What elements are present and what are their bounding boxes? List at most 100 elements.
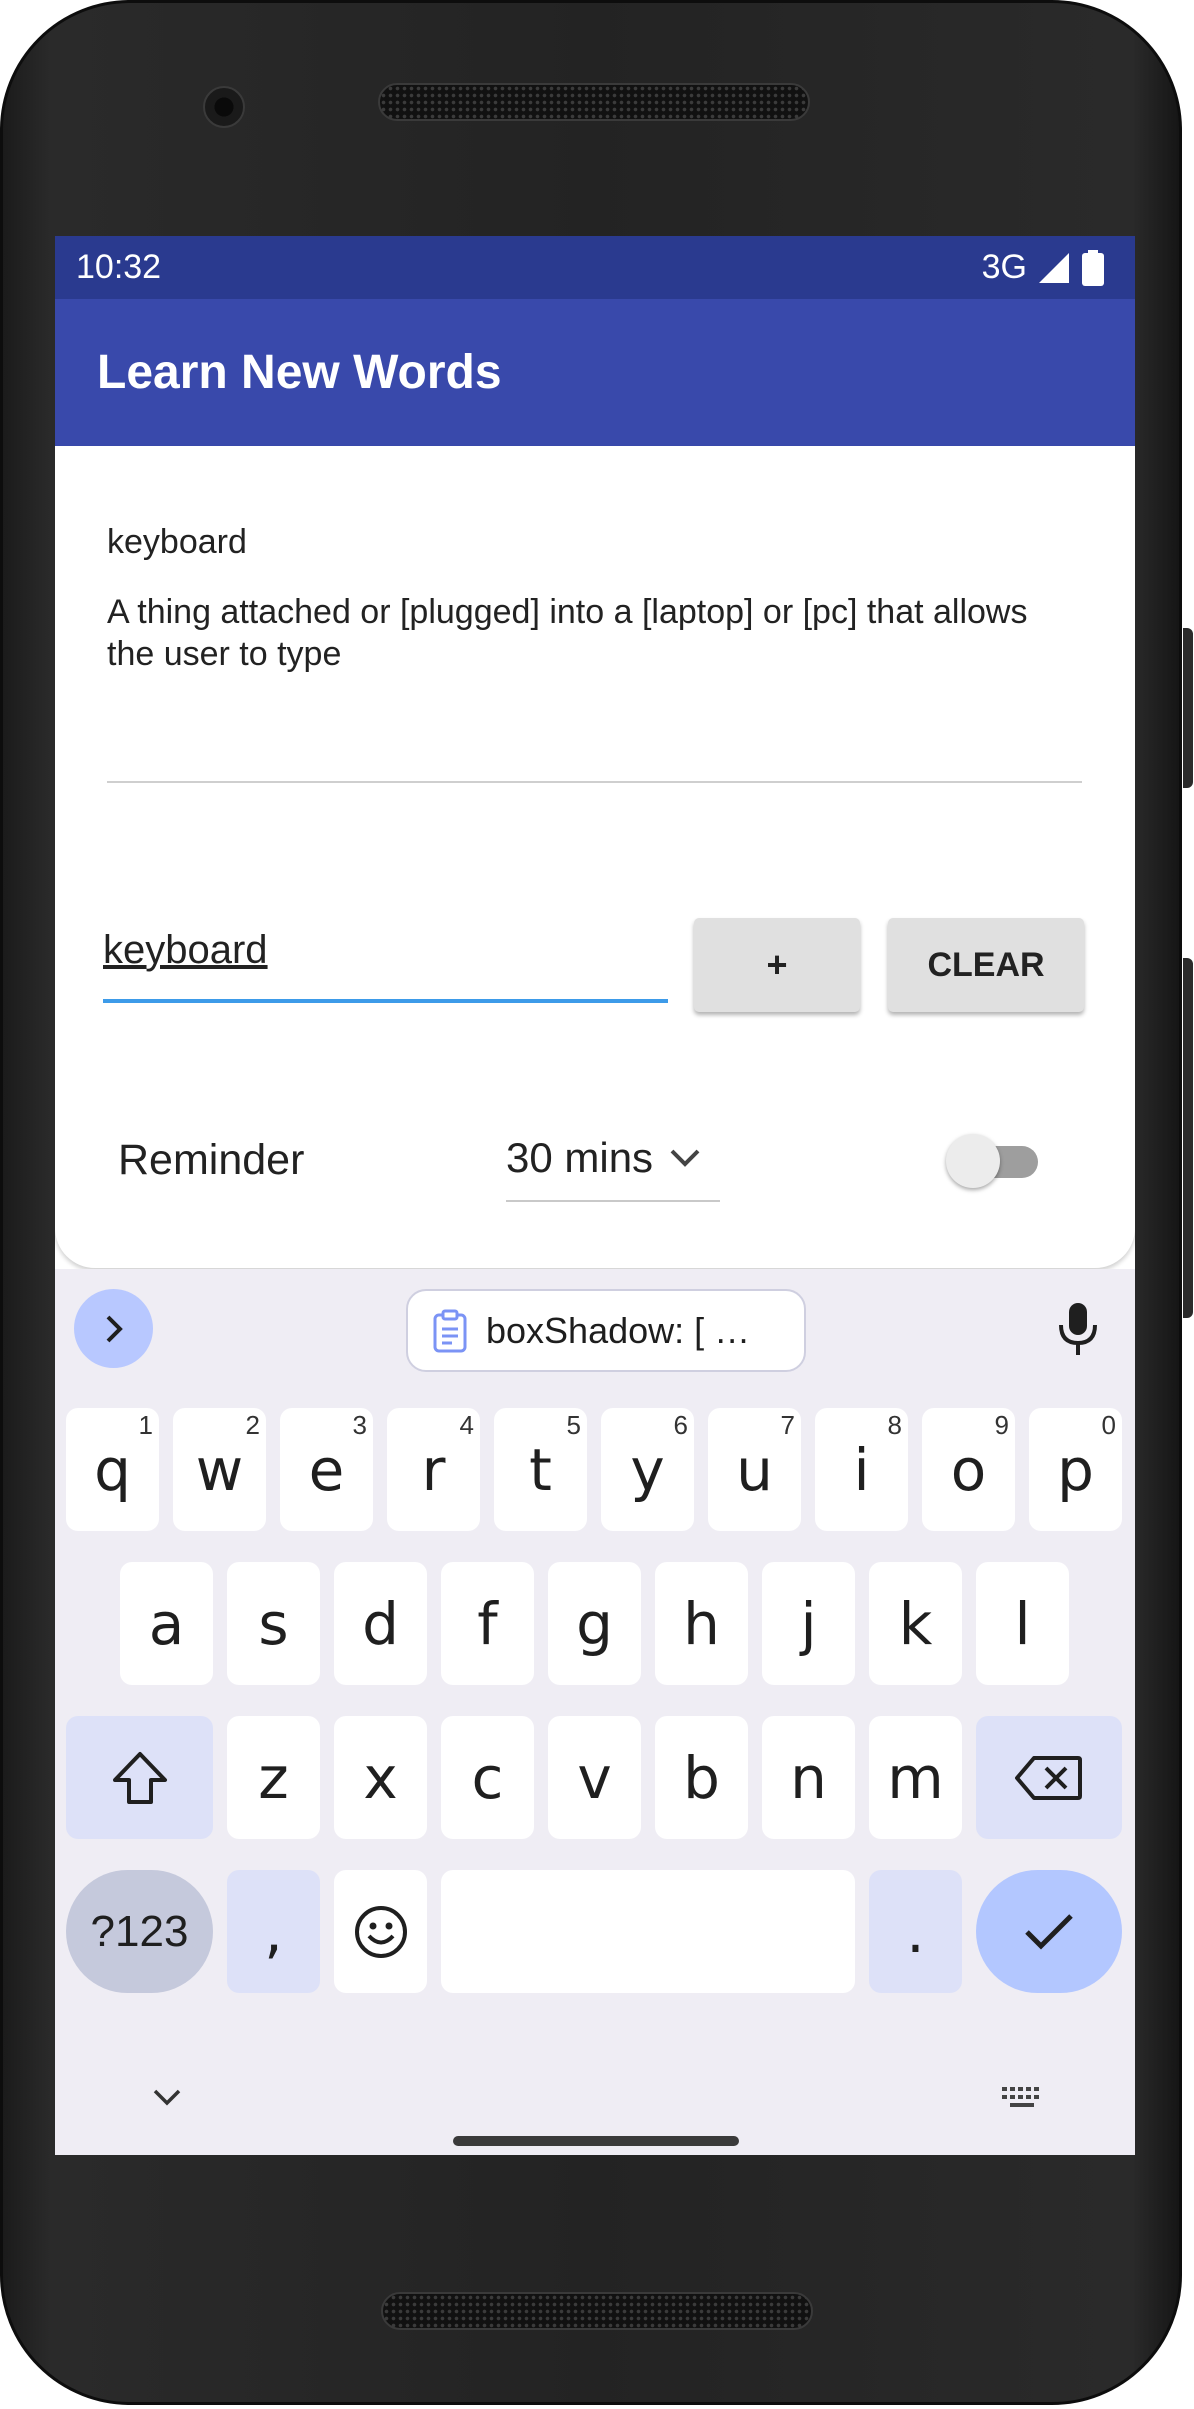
battery-icon bbox=[1082, 249, 1104, 286]
word-text: keyboard bbox=[107, 523, 247, 561]
app-title: Learn New Words bbox=[97, 346, 502, 399]
shift-icon bbox=[112, 1751, 167, 1804]
keyboard-toolbar: boxShadow: [ … bbox=[55, 1269, 1135, 1389]
reminder-toggle[interactable] bbox=[946, 1134, 1042, 1188]
key-label: s bbox=[258, 1589, 289, 1658]
key-label: l bbox=[1014, 1589, 1031, 1658]
keyboard-hide-icon[interactable] bbox=[151, 2087, 183, 2109]
key-label: w bbox=[195, 1435, 244, 1504]
reminder-interval-dropdown[interactable]: 30 mins bbox=[506, 1116, 720, 1202]
key-label: e bbox=[308, 1435, 345, 1504]
app-bar: Learn New Words bbox=[55, 299, 1135, 446]
key-label: h bbox=[683, 1589, 720, 1658]
keyboard-footer bbox=[55, 2055, 1135, 2155]
key-label: k bbox=[898, 1589, 933, 1658]
key-t[interactable]: t5 bbox=[494, 1408, 587, 1531]
status-time: 10:32 bbox=[76, 248, 162, 286]
key-hint: 1 bbox=[138, 1410, 153, 1440]
key-label: t bbox=[529, 1435, 552, 1504]
key-hint: 7 bbox=[780, 1410, 795, 1440]
key-label: j bbox=[800, 1589, 817, 1658]
key-x[interactable]: x bbox=[334, 1716, 427, 1839]
key-e[interactable]: e3 bbox=[280, 1408, 373, 1531]
key-hint: 2 bbox=[245, 1410, 260, 1440]
navigation-handle[interactable] bbox=[453, 2136, 739, 2146]
key-f[interactable]: f bbox=[441, 1562, 534, 1685]
key-hint: 4 bbox=[459, 1410, 474, 1440]
clipboard-suggestion-chip[interactable]: boxShadow: [ … bbox=[406, 1289, 806, 1372]
key-label: , bbox=[264, 1897, 283, 1966]
key-label: z bbox=[258, 1743, 289, 1812]
key-b[interactable]: b bbox=[655, 1716, 748, 1839]
key-label: n bbox=[790, 1743, 827, 1812]
enter-key[interactable] bbox=[976, 1870, 1122, 1993]
keyboard-switch-icon[interactable] bbox=[1000, 2085, 1044, 2111]
check-icon bbox=[1025, 1913, 1073, 1950]
power-button bbox=[1183, 628, 1193, 788]
status-bar: 10:32 3G bbox=[55, 236, 1135, 299]
key-j[interactable]: j bbox=[762, 1562, 855, 1685]
key-h[interactable]: h bbox=[655, 1562, 748, 1685]
key-n[interactable]: n bbox=[762, 1716, 855, 1839]
key-q[interactable]: q1 bbox=[66, 1408, 159, 1531]
key-label: v bbox=[577, 1743, 612, 1812]
emoji-key[interactable] bbox=[334, 1870, 427, 1993]
key-z[interactable]: z bbox=[227, 1716, 320, 1839]
key-hint: 0 bbox=[1101, 1410, 1116, 1440]
divider bbox=[107, 781, 1082, 783]
key-label: o bbox=[950, 1435, 987, 1504]
clear-button[interactable]: CLEAR bbox=[888, 918, 1084, 1012]
key-r[interactable]: r4 bbox=[387, 1408, 480, 1531]
key-label: . bbox=[906, 1897, 925, 1966]
emoji-icon bbox=[354, 1905, 407, 1958]
toolbar-expand-button[interactable] bbox=[74, 1289, 153, 1368]
key-hint: 3 bbox=[352, 1410, 367, 1440]
add-button[interactable]: + bbox=[694, 918, 860, 1012]
key-label: f bbox=[477, 1589, 498, 1658]
key-label: y bbox=[630, 1435, 665, 1504]
clipboard-suggestion-text: boxShadow: [ … bbox=[486, 1309, 751, 1351]
key-d[interactable]: d bbox=[334, 1562, 427, 1685]
key-y[interactable]: y6 bbox=[601, 1408, 694, 1531]
key-label: d bbox=[362, 1589, 399, 1658]
key-m[interactable]: m bbox=[869, 1716, 962, 1839]
space-key[interactable] bbox=[441, 1870, 855, 1993]
symbols-key[interactable]: ?123 bbox=[66, 1870, 213, 1993]
period-key[interactable]: . bbox=[869, 1870, 962, 1993]
screen: 10:32 3G Learn New Words keyboard A thin… bbox=[55, 236, 1135, 2155]
front-camera bbox=[203, 86, 245, 128]
key-g[interactable]: g bbox=[548, 1562, 641, 1685]
status-indicators: 3G bbox=[982, 248, 1105, 287]
key-l[interactable]: l bbox=[976, 1562, 1069, 1685]
clipboard-icon bbox=[433, 1309, 467, 1352]
key-o[interactable]: o9 bbox=[922, 1408, 1015, 1531]
key-label: x bbox=[363, 1743, 398, 1812]
key-label: a bbox=[148, 1589, 185, 1658]
key-w[interactable]: w2 bbox=[173, 1408, 266, 1531]
comma-key[interactable]: , bbox=[227, 1870, 320, 1993]
key-v[interactable]: v bbox=[548, 1716, 641, 1839]
key-a[interactable]: a bbox=[120, 1562, 213, 1685]
shift-key[interactable] bbox=[66, 1716, 213, 1839]
key-label: g bbox=[576, 1589, 613, 1658]
backspace-icon bbox=[1015, 1755, 1082, 1800]
key-label: c bbox=[471, 1743, 504, 1812]
mic-icon[interactable] bbox=[1054, 1301, 1102, 1357]
bottom-speaker bbox=[381, 2292, 813, 2330]
key-label: m bbox=[887, 1743, 944, 1812]
key-hint: 5 bbox=[566, 1410, 581, 1440]
key-label: b bbox=[683, 1743, 720, 1812]
key-u[interactable]: u7 bbox=[708, 1408, 801, 1531]
key-p[interactable]: p0 bbox=[1029, 1408, 1122, 1531]
key-c[interactable]: c bbox=[441, 1716, 534, 1839]
key-i[interactable]: i8 bbox=[815, 1408, 908, 1531]
chevron-right-icon bbox=[106, 1315, 123, 1342]
word-input[interactable] bbox=[103, 925, 668, 975]
key-k[interactable]: k bbox=[869, 1562, 962, 1685]
key-s[interactable]: s bbox=[227, 1562, 320, 1685]
reminder-interval-value: 30 mins bbox=[506, 1134, 654, 1181]
word-input-field[interactable] bbox=[103, 907, 668, 1003]
backspace-key[interactable] bbox=[976, 1716, 1122, 1839]
phone-frame: 10:32 3G Learn New Words keyboard A thin… bbox=[0, 0, 1193, 2405]
key-hint: 6 bbox=[673, 1410, 688, 1440]
